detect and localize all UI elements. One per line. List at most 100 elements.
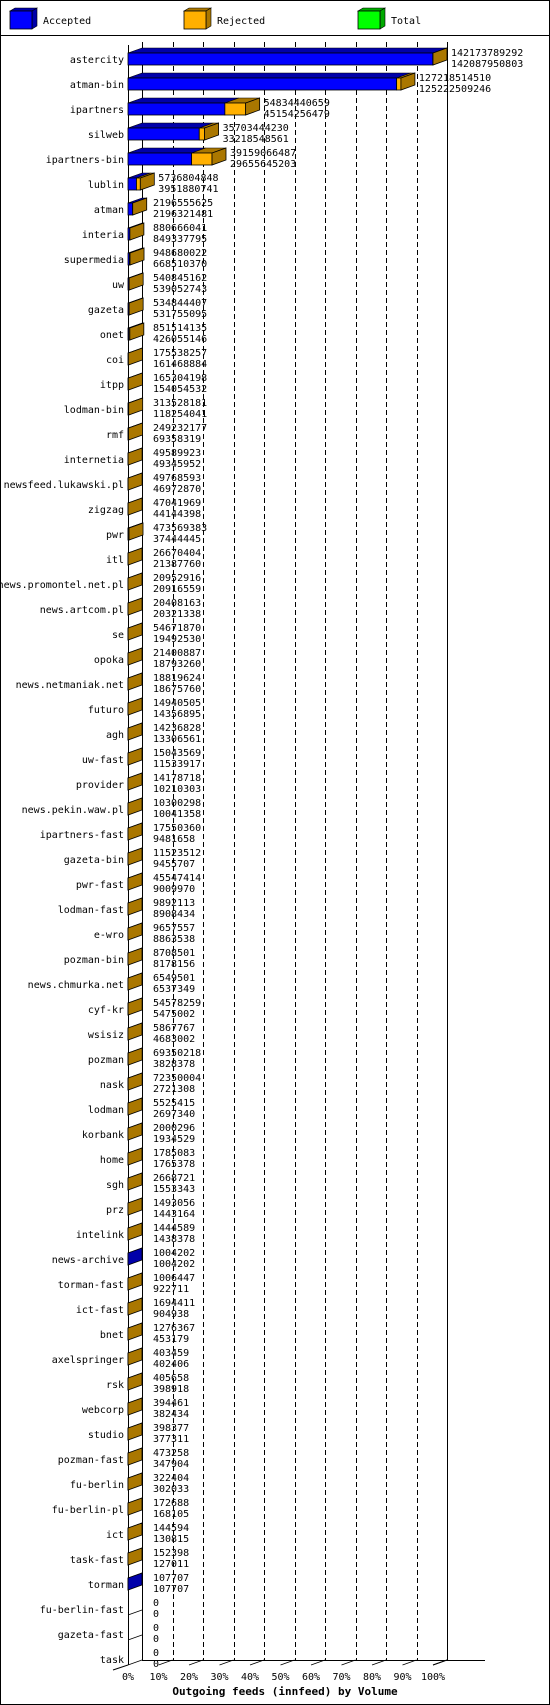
accepted-value-label: 125222509246	[419, 84, 491, 95]
total-value-label: 47041969	[153, 498, 201, 509]
total-value-label: 394461	[153, 1398, 189, 1409]
accepted-value-label: 161468884	[153, 359, 207, 370]
total-value-label: 398377	[153, 1423, 189, 1434]
accepted-value-label: 402406	[153, 1359, 189, 1370]
bar-accepted	[127, 127, 200, 141]
legend-label-total: Total	[391, 16, 421, 27]
category-label: rsk	[106, 1380, 124, 1391]
category-label: atman	[94, 205, 124, 216]
accepted-value-label: 5475002	[153, 1009, 195, 1020]
accepted-value-label: 107707	[153, 1584, 189, 1595]
accepted-value-label: 668510370	[153, 259, 207, 270]
total-value-label: 127218514510	[419, 73, 491, 84]
accepted-value-label: 154054532	[153, 384, 207, 395]
x-tick-label: 40%	[241, 1672, 259, 1683]
category-label: gazeta-bin	[64, 855, 124, 866]
category-label: nask	[100, 1080, 124, 1091]
category-label: atman-bin	[70, 80, 124, 91]
total-value-label: 1006447	[153, 1273, 195, 1284]
accepted-value-label: 69358319	[153, 434, 201, 445]
total-value-label: 2196555625	[153, 198, 213, 209]
total-value-label: 2668721	[153, 1173, 195, 1184]
category-label: silweb	[88, 130, 124, 141]
category-label: lodman-bin	[64, 405, 124, 416]
total-value-label: 172688	[153, 1498, 189, 1509]
total-value-label: 0	[153, 1623, 159, 1634]
category-label: supermedia	[64, 255, 124, 266]
total-value-label: 49589923	[153, 448, 201, 459]
total-value-label: 20952916	[153, 573, 201, 584]
accepted-value-label: 377311	[153, 1434, 189, 1445]
category-label: se	[112, 630, 124, 641]
category-label: news.chmurka.net	[28, 980, 124, 991]
total-value-label: 473569383	[153, 523, 207, 534]
category-label: provider	[76, 780, 124, 791]
total-value-label: 54578259	[153, 998, 201, 1009]
accepted-value-label: 2721308	[153, 1084, 195, 1095]
category-label: lublin	[88, 180, 124, 191]
bar-rejected	[136, 177, 141, 191]
bar-accepted	[127, 77, 398, 91]
accepted-value-label: 398918	[153, 1384, 189, 1395]
legend-label-accepted: Accepted	[43, 16, 91, 27]
total-value-label: 6549501	[153, 973, 195, 984]
total-value-label: 175538257	[153, 348, 207, 359]
category-label: fu-berlin-fast	[40, 1605, 124, 1616]
accepted-value-label: 127011	[153, 1559, 189, 1570]
total-value-label: 851514135	[153, 323, 207, 334]
accepted-value-label: 8908434	[153, 909, 195, 920]
total-value-label: 107707	[153, 1573, 189, 1584]
category-label: fu-berlin	[70, 1480, 124, 1491]
accepted-value-label: 29655645203	[230, 159, 296, 170]
category-label: ipartners-fast	[40, 830, 124, 841]
category-label: studio	[88, 1430, 124, 1441]
total-value-label: 142173789292	[451, 48, 523, 59]
accepted-value-label: 46972870	[153, 484, 201, 495]
bar-rejected	[198, 127, 205, 141]
accepted-value-label: 8863538	[153, 934, 195, 945]
total-value-label: 1276367	[153, 1323, 195, 1334]
category-label: bnet	[100, 1330, 124, 1341]
bar-accepted	[127, 202, 134, 216]
category-label: lodman-fast	[58, 905, 124, 916]
category-label: intelink	[76, 1230, 124, 1241]
category-label: pozman	[88, 1055, 124, 1066]
total-value-label: 0	[153, 1648, 159, 1659]
category-label: gazeta	[88, 305, 124, 316]
total-value-label: 0	[153, 1598, 159, 1609]
accepted-value-label: 19492530	[153, 634, 201, 645]
total-value-label: 14236828	[153, 723, 201, 734]
x-tick-label: 70%	[332, 1672, 350, 1683]
accepted-value-label: 2697340	[153, 1109, 195, 1120]
accepted-value-label: 20321338	[153, 609, 201, 620]
innfeed-volume-chart: Accepted Rejected Total astercity 142173789…	[0, 0, 550, 1705]
accepted-value-label: 9481658	[153, 834, 195, 845]
accepted-value-label: 10041358	[153, 809, 201, 820]
category-label: itl	[106, 555, 124, 566]
category-label: itpp	[100, 380, 124, 391]
total-value-label: 69350218	[153, 1048, 201, 1059]
x-tick-label: 50%	[271, 1672, 289, 1683]
x-tick-label: 20%	[180, 1672, 198, 1683]
total-value-label: 18819624	[153, 673, 201, 684]
accepted-value-label: 9455707	[153, 859, 195, 870]
accepted-value-label: 8178156	[153, 959, 195, 970]
accepted-value-label: 9009970	[153, 884, 195, 895]
accepted-value-label: 6537349	[153, 984, 195, 995]
category-label: uw-fast	[82, 755, 124, 766]
category-label: home	[100, 1155, 124, 1166]
total-value-label: 1444589	[153, 1223, 195, 1234]
legend-label-rejected: Rejected	[217, 16, 265, 27]
bar-accepted	[127, 52, 434, 66]
accepted-value-label: 130815	[153, 1534, 189, 1545]
total-value-label: 2000296	[153, 1123, 195, 1134]
category-label: pwr-fast	[76, 880, 124, 891]
accepted-value-label: 0	[153, 1609, 159, 1620]
accepted-value-label: 45154256479	[264, 109, 330, 120]
total-value-label: 880666041	[153, 223, 207, 234]
total-value-label: 20408163	[153, 598, 201, 609]
category-label: news.pekin.waw.pl	[22, 805, 124, 816]
accepted-value-label: 44144398	[153, 509, 201, 520]
accepted-value-label: 1004202	[153, 1259, 195, 1270]
accepted-value-label: 0	[153, 1634, 159, 1645]
